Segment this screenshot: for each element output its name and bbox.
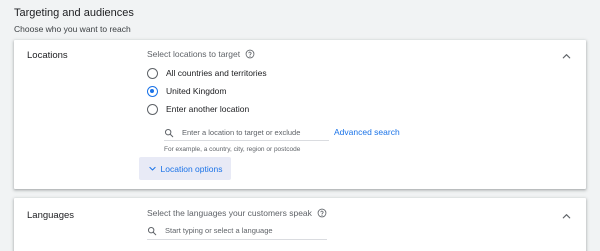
search-icon xyxy=(164,128,174,138)
languages-prompt: Select the languages your customers spea… xyxy=(147,208,327,218)
language-search-input[interactable]: Start typing or select a language xyxy=(147,222,327,240)
location-radio-group: All countries and territories United Kin… xyxy=(147,64,267,118)
locations-collapse-button[interactable] xyxy=(559,49,573,63)
section-title: Targeting and audiences xyxy=(14,7,134,19)
radio-button-selected[interactable] xyxy=(147,85,158,97)
location-options-button[interactable]: Location options xyxy=(139,157,231,180)
languages-prompt-text: Select the languages your customers spea… xyxy=(147,208,312,218)
radio-all-countries[interactable]: All countries and territories xyxy=(147,64,267,82)
radio-button[interactable] xyxy=(147,67,158,79)
locations-prompt: Select locations to target xyxy=(147,49,255,59)
advanced-search-link[interactable]: Advanced search xyxy=(334,127,400,137)
radio-button[interactable] xyxy=(147,103,158,115)
radio-label: United Kingdom xyxy=(166,86,227,96)
radio-another-location[interactable]: Enter another location xyxy=(147,100,267,118)
chevron-up-icon xyxy=(561,51,572,62)
chevron-down-icon xyxy=(148,164,157,173)
section-subtitle: Choose who you want to reach xyxy=(14,24,131,34)
radio-united-kingdom[interactable]: United Kingdom xyxy=(147,82,267,100)
chevron-up-icon xyxy=(561,211,572,222)
locations-label: Locations xyxy=(27,50,68,61)
languages-label: Languages xyxy=(27,210,75,221)
help-circle-icon[interactable] xyxy=(245,49,255,59)
targeting-page: Targeting and audiences Choose who you w… xyxy=(0,0,600,251)
help-circle-icon[interactable] xyxy=(317,208,327,218)
languages-card: Languages Select the languages your cust… xyxy=(14,198,586,251)
location-options-label: Location options xyxy=(160,163,223,174)
location-search-input[interactable]: Enter a location to target or exclude xyxy=(164,125,329,141)
location-search-hint: For example, a country, city, region or … xyxy=(164,146,301,153)
radio-label: Enter another location xyxy=(166,104,250,114)
locations-card: Locations Select locations to target All… xyxy=(14,40,586,189)
section-header: Targeting and audiences Choose who you w… xyxy=(14,6,134,35)
location-search-placeholder[interactable]: Enter a location to target or exclude xyxy=(182,128,329,137)
search-icon xyxy=(147,226,157,236)
languages-collapse-button[interactable] xyxy=(559,209,573,223)
locations-prompt-text: Select locations to target xyxy=(147,49,241,59)
language-search-placeholder[interactable]: Start typing or select a language xyxy=(165,226,327,235)
radio-label: All countries and territories xyxy=(166,68,267,78)
